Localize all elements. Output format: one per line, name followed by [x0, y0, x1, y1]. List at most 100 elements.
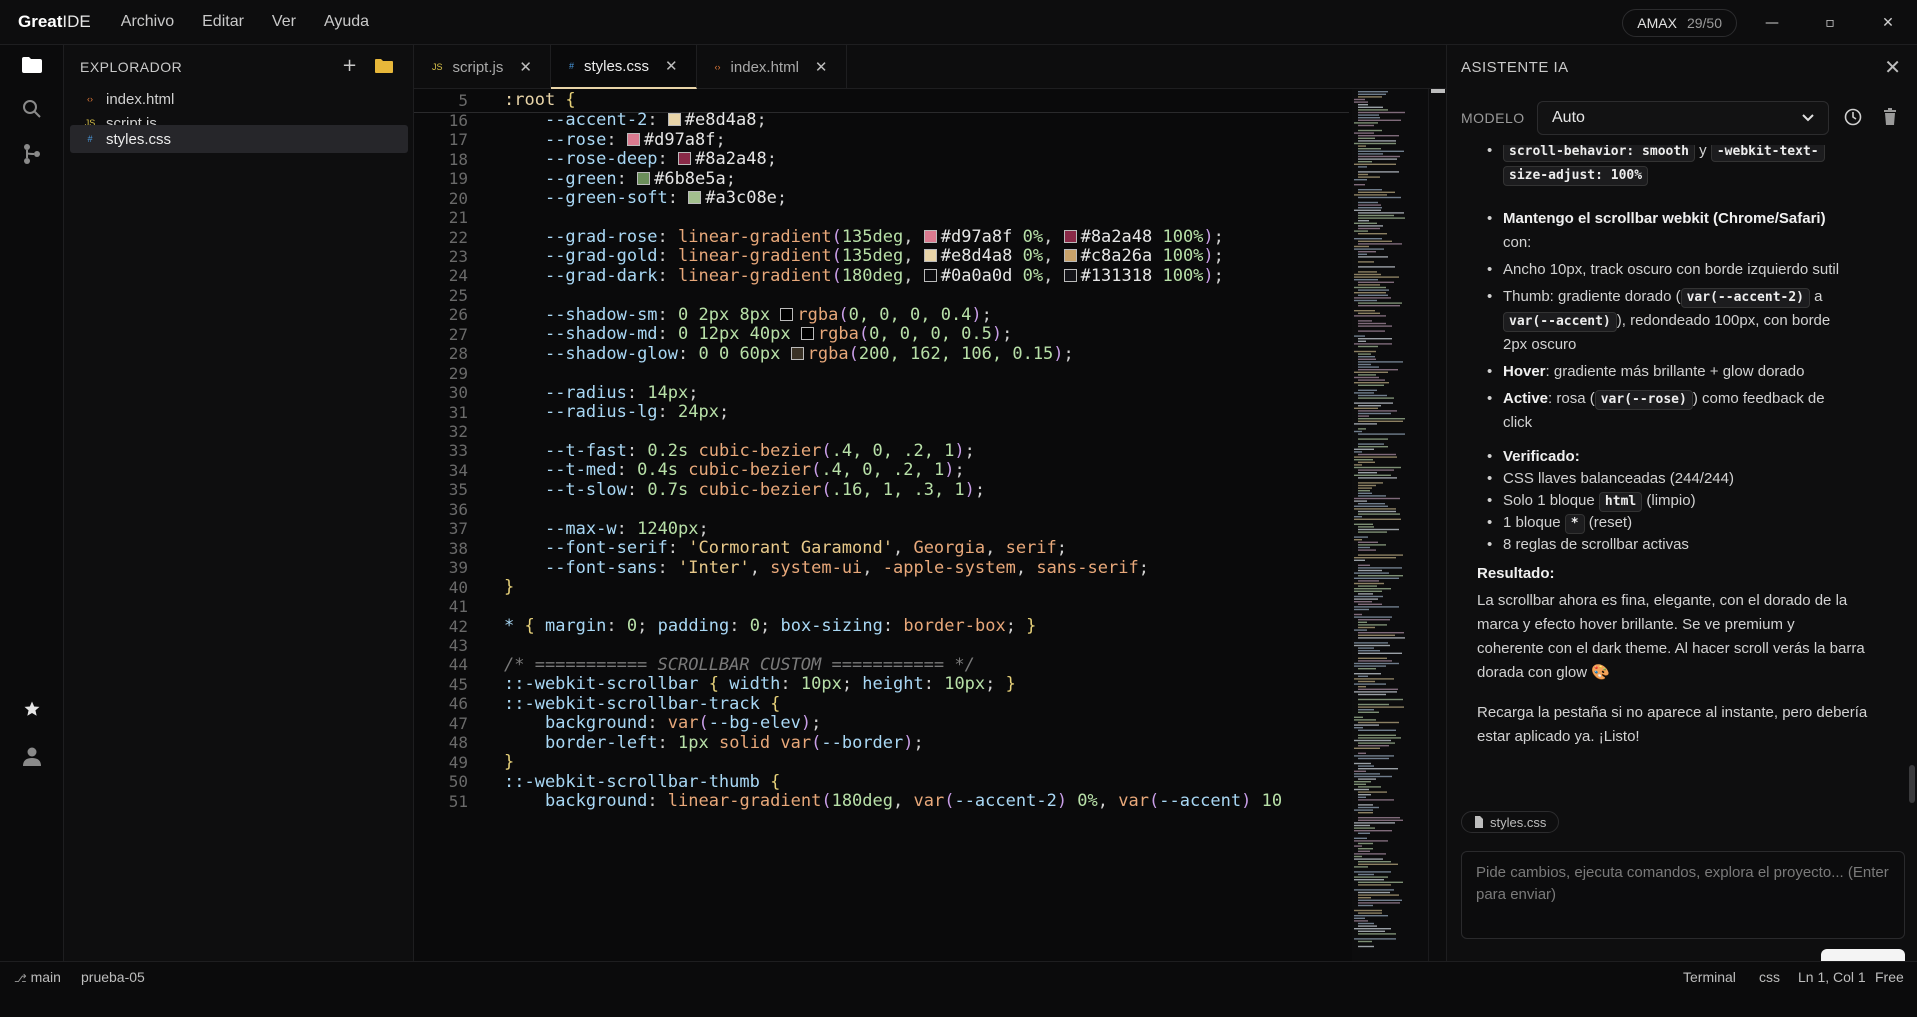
close-assistant-button[interactable]: ✕ — [1884, 55, 1901, 79]
minimap-line — [1358, 433, 1405, 435]
minimap-line — [1358, 637, 1405, 639]
text: a — [1810, 288, 1823, 305]
attached-file-chip[interactable]: styles.css — [1461, 811, 1560, 833]
menu-ver[interactable]: Ver — [272, 13, 296, 31]
minimap-line — [1358, 668, 1376, 670]
ai-assistant-panel: ASISTENTE IA ✕ MODELO Auto scroll-behavi… — [1446, 45, 1917, 989]
minimap-line — [1354, 783, 1366, 785]
favorites-activity-button[interactable] — [18, 695, 46, 723]
minimap-line — [1354, 582, 1384, 585]
explorer-activity-button[interactable] — [18, 51, 46, 79]
amax-usage-badge[interactable]: AMAX 29/50 — [1622, 9, 1737, 37]
minimap-line — [1358, 510, 1396, 513]
code-token: ) — [1241, 791, 1252, 812]
code-chip: scroll-behavior: smooth — [1503, 145, 1696, 162]
minimap-line — [1354, 727, 1363, 729]
minimap-line — [1354, 590, 1382, 592]
color-swatch[interactable] — [1063, 249, 1077, 263]
new-folder-button[interactable] — [374, 58, 394, 78]
text: CSS llaves balanceadas (244/244) — [1503, 470, 1734, 487]
color-swatch[interactable] — [800, 327, 814, 341]
branch-indicator[interactable]: ⎇ main — [14, 969, 61, 985]
color-swatch[interactable] — [688, 191, 702, 205]
language-mode[interactable]: css — [1759, 969, 1780, 985]
cursor-position[interactable]: Ln 1, Col 1 — [1798, 969, 1866, 985]
search-activity-button[interactable] — [18, 95, 46, 123]
editor-scrollbar[interactable] — [1428, 89, 1446, 961]
close-tab-icon[interactable]: ✕ — [665, 57, 678, 75]
explorer-panel: EXPLORADOR + ‹› index.html JS script.js … — [64, 45, 414, 961]
menu-ayuda[interactable]: Ayuda — [324, 13, 369, 31]
new-file-button[interactable]: + — [342, 55, 357, 76]
minimap-line — [1354, 179, 1367, 181]
color-swatch[interactable] — [923, 249, 937, 263]
minimap-line — [1358, 768, 1398, 770]
text: 2px oscuro — [1503, 336, 1577, 353]
minimap-line — [1358, 109, 1388, 111]
minimap-line — [1358, 503, 1385, 505]
minimap-line — [1354, 497, 1400, 500]
minimap-line — [1354, 889, 1394, 891]
color-swatch[interactable] — [678, 152, 692, 166]
terminal-toggle[interactable]: Terminal — [1683, 969, 1736, 985]
editor-scrollbar-thumb[interactable] — [1431, 89, 1445, 93]
color-swatch[interactable] — [637, 171, 651, 185]
close-tab-icon[interactable]: ✕ — [519, 58, 532, 76]
color-swatch[interactable] — [790, 346, 804, 360]
tab-index-html[interactable]: ‹› index.html ✕ — [697, 45, 847, 89]
clear-chat-button[interactable] — [1883, 108, 1897, 130]
minimap-line — [1354, 230, 1368, 232]
minimap-line — [1354, 917, 1365, 919]
text: 1 bloque — [1503, 514, 1565, 531]
close-tab-icon[interactable]: ✕ — [815, 58, 828, 76]
file-item-styles-css[interactable]: # styles.css — [70, 125, 408, 153]
minimap-line — [1354, 382, 1389, 384]
minimap-line — [1358, 698, 1403, 701]
color-swatch[interactable] — [780, 307, 794, 321]
history-button[interactable] — [1844, 108, 1862, 130]
minimap-line — [1354, 539, 1362, 541]
css-file-icon: # — [568, 61, 574, 71]
minimap-line — [1358, 709, 1374, 711]
minimap-line — [1354, 845, 1362, 847]
minimize-button[interactable]: — — [1743, 0, 1801, 45]
color-swatch[interactable] — [626, 132, 640, 146]
color-swatch[interactable] — [923, 268, 937, 282]
source-control-activity-button[interactable] — [18, 140, 46, 168]
text: ), redondeado 100px, con borde — [1616, 312, 1831, 329]
menu-archivo[interactable]: Archivo — [121, 13, 174, 31]
minimap-line — [1358, 135, 1399, 137]
minimap-line — [1354, 376, 1379, 379]
minimap-line — [1354, 209, 1381, 211]
menu-editar[interactable]: Editar — [202, 13, 244, 31]
minimap[interactable] — [1352, 89, 1428, 961]
text: dorada con glow 🎨 — [1477, 664, 1610, 681]
amax-count: 29/50 — [1686, 15, 1722, 31]
minimap-line — [1354, 392, 1374, 394]
color-swatch[interactable] — [1063, 230, 1077, 244]
star-icon — [24, 701, 40, 716]
tab-styles-css[interactable]: # styles.css ✕ — [550, 45, 697, 89]
minimap-line — [1358, 832, 1370, 834]
maximize-button[interactable]: ▫ — [1801, 0, 1859, 45]
model-select[interactable]: Auto — [1537, 101, 1829, 135]
minimap-line — [1354, 616, 1392, 618]
menu-bar: Archivo Editar Ver Ayuda — [121, 13, 369, 31]
minimap-line — [1358, 453, 1396, 456]
color-swatch[interactable] — [1063, 268, 1077, 282]
minimap-line — [1358, 361, 1403, 363]
close-window-button[interactable]: ✕ — [1859, 0, 1917, 45]
color-swatch[interactable] — [667, 113, 681, 127]
minimap-line — [1358, 873, 1374, 876]
prompt-input[interactable]: Pide cambios, ejecuta comandos, explora … — [1461, 851, 1905, 939]
code-editor[interactable]: 5:root {16 --accent-2: #e8d4a8; 17 --rose… — [414, 89, 1349, 961]
ide-window: GreatIDE Archivo Editar Ver Ayuda AMAX 2… — [0, 0, 1917, 1017]
text: 8 reglas de scrollbar activas — [1503, 536, 1689, 553]
tab-script-js[interactable]: JS script.js ✕ — [414, 45, 551, 89]
minimap-line — [1354, 350, 1376, 353]
color-swatch[interactable] — [923, 230, 937, 244]
chat-scrollbar-thumb[interactable] — [1909, 765, 1915, 803]
minimap-line — [1358, 899, 1402, 901]
minimap-line — [1358, 930, 1385, 932]
account-activity-button[interactable] — [18, 742, 46, 770]
